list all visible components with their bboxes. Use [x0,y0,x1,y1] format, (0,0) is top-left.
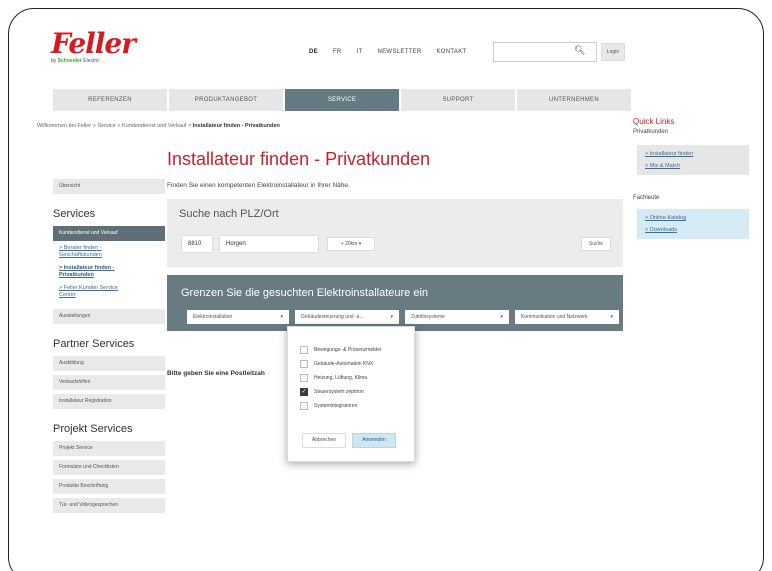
filter-dropdown: Bewegungs- & Präsenzmelder Gebäude-Autom… [287,326,415,462]
ql-mix-match[interactable]: > Mix & Match [645,163,741,169]
option-knx[interactable]: Gebäude-Automation KNX [300,360,373,368]
checkbox[interactable] [300,346,308,354]
checkbox[interactable] [300,374,308,382]
quick-links-fachleute: > Online-Katalog > Downloads [637,209,749,239]
checkbox[interactable] [300,402,308,410]
suche-button[interactable]: Suche [581,237,611,251]
breadcrumb: Willkommen bei Feller > Service > Kunden… [37,123,280,129]
quick-links-title: Quick Links [633,117,675,126]
search-panel: Suche nach PLZ/Ort 8810 Horgen + 20km ▾ … [167,199,623,267]
top-navigation: DE FR IT NEWSLETTER KONTAKT [309,49,482,55]
page-subtitle: Finden Sie einen kompetenten Elektroinst… [167,182,350,189]
postal-code-message: Bitte geben Sie eine Postleitzah [167,370,265,377]
option-bewegungsmelder[interactable]: Bewegungs- & Präsenzmelder [300,346,382,354]
tab-unternehmen[interactable]: UNTERNEHMEN [517,89,631,111]
partner-services-heading: Partner Services [53,338,135,350]
apply-button[interactable]: Anwenden [352,433,396,448]
cancel-button[interactable]: Abbrechen [302,433,346,448]
filter-panel: Grenzen Sie die gesuchten Elektroinstall… [167,275,623,331]
logo-wordmark: Feller [51,27,136,60]
checkbox-checked[interactable]: ✓ [300,388,308,396]
option-zeptrion[interactable]: ✓ Steuersystem zeptrion [300,388,364,396]
lang-it-link[interactable]: IT [357,49,363,55]
chevron-down-icon: ▾ [390,314,393,320]
ort-input[interactable]: Horgen [219,235,319,253]
tab-referenzen[interactable]: REFERENZEN [53,89,167,111]
lang-fr-link[interactable]: FR [333,49,342,55]
radius-select[interactable]: + 20km ▾ [327,237,375,251]
fachleute-label: Fachleute [633,195,660,201]
breadcrumb-path[interactable]: Willkommen bei Feller > Service > Kunden… [37,123,193,129]
page-title: Installateur finden - Privatkunden [167,149,431,169]
chevron-down-icon: ▾ [280,314,283,320]
sidebar: Übersicht Services Kundendienst und Verk… [53,179,165,517]
chevron-down-icon: ▾ [500,314,503,320]
filter-zutrittssysteme[interactable]: Zutrittssysteme ▾ [405,310,509,324]
sidebar-link-berater[interactable]: > Berater finden - Geschäftskunden [59,245,165,259]
search-panel-title: Suche nach PLZ/Ort [179,208,279,220]
sidebar-link-installateur[interactable]: > Installateur finden - Privatkunden [59,265,165,279]
sidebar-item-kundendienst[interactable]: Kundendienst und Verkauf [53,226,165,241]
ql-installateur-finden[interactable]: > Installateur finden [645,151,741,157]
services-heading: Services [53,208,96,220]
option-hlk[interactable]: Heizung, Lüftung, Klima [300,374,367,382]
sidebar-item-ausstellungen[interactable]: Ausstellungen [53,309,165,324]
filter-elektroinstallation[interactable]: Elektroinstallation ▾ [187,310,289,324]
sidebar-item-tuer[interactable]: Tür- und Videogesprechen [53,498,165,513]
checkbox[interactable] [300,360,308,368]
sidebar-item-ausbildung[interactable]: Ausbildung [53,356,165,371]
sidebar-item-projekt-service[interactable]: Projekt Service [53,441,165,456]
browser-frame: Feller by Schneider Electric DE FR IT NE… [8,8,764,571]
sidebar-item-produkte[interactable]: Produkte Beschriftung [53,479,165,494]
plz-input[interactable]: 8810 [181,235,213,253]
quick-links-privat: > Installateur finden > Mix & Match [637,145,749,175]
filter-gebaeudesteuerung[interactable]: Gebäudesteuerung und -a... ▾ [295,310,399,324]
ql-online-katalog[interactable]: > Online-Katalog [645,215,741,221]
sidebar-item-uebersicht[interactable]: Übersicht [53,179,165,194]
logo-subtitle: by Schneider Electric [51,58,100,64]
filter-panel-title: Grenzen Sie die gesuchten Elektroinstall… [181,287,429,299]
chevron-down-icon: ▾ [610,314,613,320]
feller-logo[interactable]: Feller by Schneider Electric [51,27,136,71]
kontakt-link[interactable]: KONTAKT [437,49,467,55]
tab-service[interactable]: SERVICE [285,89,399,111]
option-systemintegratoren[interactable]: Systemintegratoren [300,402,357,410]
tab-support[interactable]: SUPPORT [401,89,515,111]
breadcrumb-current: Installateur finden - Privatkunden [192,123,280,129]
filter-kommunikation[interactable]: Kommunikation und Netzwerk ▾ [515,310,619,324]
login-button[interactable]: Login [601,43,625,61]
privatkunden-label: Privatkunden [633,129,669,135]
lang-de-link[interactable]: DE [309,49,318,55]
newsletter-link[interactable]: NEWSLETTER [377,49,421,55]
projekt-services-heading: Projekt Services [53,423,133,435]
chevron-down-icon: ▾ [358,241,362,247]
sidebar-item-formulare[interactable]: Formulare und Checklisten [53,460,165,475]
sidebar-link-kunden-service[interactable]: > Feller Kunden Service Center [59,285,165,299]
tab-produktangebot[interactable]: PRODUKTANGEBOT [169,89,283,111]
ql-downloads[interactable]: > Downloads [645,227,741,233]
main-navigation: REFERENZEN PRODUKTANGEBOT SERVICE SUPPOR… [53,89,631,111]
sidebar-item-installateur-registration[interactable]: Installateur Registration [53,394,165,409]
sidebar-item-verkaufshilfen[interactable]: Verkaufshilfen [53,375,165,390]
